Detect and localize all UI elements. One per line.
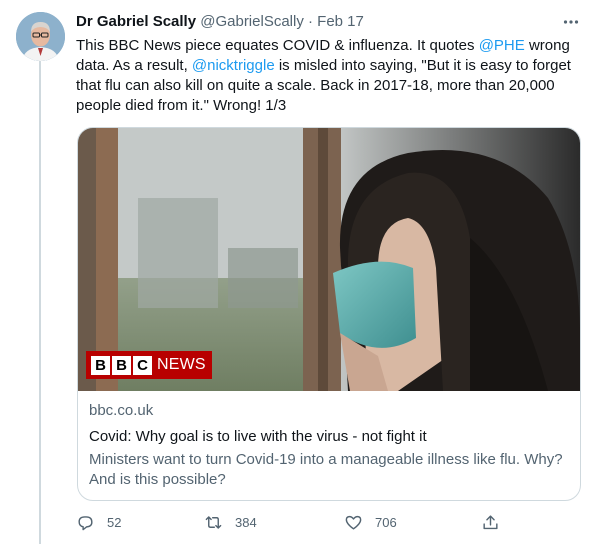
retweet-button[interactable]: 384 [204,510,257,534]
bbc-logo-letter: C [133,355,152,375]
like-count: 706 [375,514,397,530]
mention-phe[interactable]: @PHE [479,37,525,54]
retweet-icon [205,515,222,529]
tweet[interactable]: Dr Gabriel Scally @GabrielScally · Feb 1… [0,0,598,544]
tweet-text: This BBC News piece equates COVID & infl… [76,36,584,116]
heart-icon [345,515,362,530]
reply-count: 52 [107,514,122,530]
share-button[interactable] [481,510,500,534]
card-domain: bbc.co.uk [89,402,154,419]
bbc-logo-letter: B [112,355,131,375]
separator: · [308,13,313,30]
reply-icon [78,515,93,530]
card-image[interactable]: B B C NEWS [78,128,580,391]
avatar[interactable] [16,12,65,61]
reply-button[interactable]: 52 [76,510,121,534]
tweet-text-part: This BBC News piece equates COVID & infl… [76,37,479,54]
link-card[interactable]: B B C NEWS bbc.co.uk Covid: Why goal is … [77,127,581,501]
bbc-news-logo: B B C NEWS [86,351,212,379]
card-title: Covid: Why goal is to live with the viru… [89,428,427,445]
tweet-header: Dr Gabriel Scally @GabrielScally · Feb 1… [76,12,546,32]
bbc-logo-word: NEWS [157,356,206,373]
author-name[interactable]: Dr Gabriel Scally [76,13,196,30]
more-options-icon[interactable] [558,9,584,35]
like-button[interactable]: 706 [344,510,397,534]
mention-nicktriggle[interactable]: @nicktriggle [192,57,275,74]
author-handle[interactable]: @GabrielScally [200,13,304,30]
tweet-actions: 52 384 706 [76,510,506,534]
share-icon [483,514,498,529]
card-description: Ministers want to turn Covid-19 into a m… [89,451,563,488]
thread-line [39,60,41,544]
retweet-count: 384 [235,514,257,530]
bbc-logo-letter: B [91,355,110,375]
card-body: bbc.co.uk Covid: Why goal is to live wit… [89,401,574,490]
tweet-date[interactable]: Feb 17 [317,13,364,30]
